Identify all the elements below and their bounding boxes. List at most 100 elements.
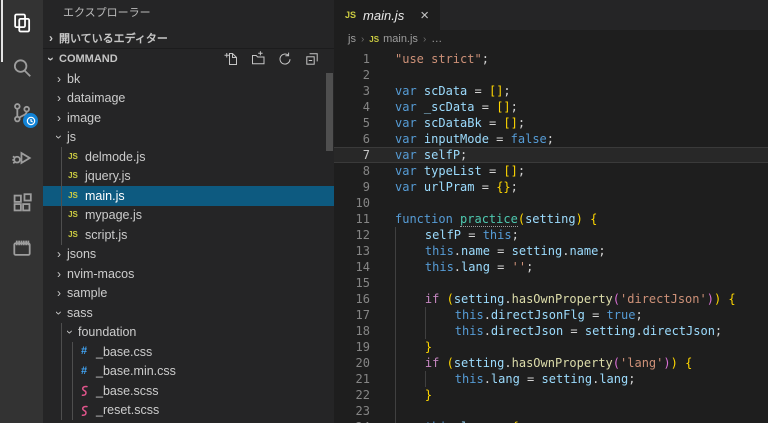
line-number[interactable]: 12 (334, 227, 370, 243)
code-line-14[interactable]: 14 this.lang = ''; (334, 259, 768, 275)
chevron-right-icon: › (57, 71, 61, 86)
line-number[interactable]: 11 (334, 211, 370, 227)
extensions-icon[interactable] (0, 180, 43, 225)
code-line-11[interactable]: 11 function practice(setting) { (334, 211, 768, 227)
token-p: . (483, 372, 491, 386)
code-line-23[interactable]: 23 (334, 403, 768, 419)
line-number[interactable]: 4 (334, 99, 370, 115)
tree-folder-js[interactable]: › js (43, 128, 334, 148)
line-number[interactable]: 19 (334, 339, 370, 355)
tree-file-main.js[interactable]: JS main.js (43, 186, 334, 206)
sidebar-scrollbar[interactable] (326, 73, 333, 151)
code-line-6[interactable]: 6 var inputMode = false; (334, 131, 768, 147)
explorer-icon[interactable] (0, 0, 43, 45)
tree-file-jquery.js[interactable]: JS jquery.js (43, 166, 334, 186)
tree-file-_reset.scss[interactable]: _reset.scss (43, 400, 334, 420)
code-line-15[interactable]: 15 (334, 275, 768, 291)
line-number[interactable]: 18 (334, 323, 370, 339)
code-line-1[interactable]: 1 "use strict"; (334, 51, 768, 67)
breadcrumb-item-main.js[interactable]: JS main.js (369, 33, 418, 45)
token-b1: ( (446, 292, 454, 306)
code-area[interactable]: 1 "use strict"; 2 3 var scData = []; 4 var _sc… (334, 48, 768, 423)
line-number[interactable]: 3 (334, 83, 370, 99)
tree-file-delmode.js[interactable]: JS delmode.js (43, 147, 334, 167)
new-file-icon[interactable] (223, 51, 239, 67)
line-number[interactable]: 13 (334, 243, 370, 259)
tree-folder-bk[interactable]: › bk (43, 69, 334, 89)
line-number[interactable]: 2 (334, 67, 370, 83)
line-number[interactable]: 5 (334, 115, 370, 131)
breadcrumb-item-js[interactable]: js (348, 33, 356, 45)
search-icon[interactable] (0, 45, 43, 90)
token-v: directJson (642, 324, 715, 338)
line-number[interactable]: 7 (334, 147, 370, 163)
tree-file-script.js[interactable]: JS script.js (43, 225, 334, 245)
line-number[interactable]: 15 (334, 275, 370, 291)
line-number[interactable]: 20 (334, 355, 370, 371)
line-number[interactable]: 10 (334, 195, 370, 211)
code-line-16[interactable]: 16 if (setting.hasOwnProperty('directJson… (334, 291, 768, 307)
open-editors-header[interactable]: › 開いているエディター (43, 27, 334, 48)
tab-label: main.js (363, 7, 405, 23)
code-line-18[interactable]: 18 this.directJson = setting.directJson; (334, 323, 768, 339)
section-header-command[interactable]: › COMMAND (43, 48, 334, 69)
line-number[interactable]: 17 (334, 307, 370, 323)
tree-folder-dataimage[interactable]: › dataimage (43, 89, 334, 109)
code-line-20[interactable]: 20 if (setting.hasOwnProperty('lang')) { (334, 355, 768, 371)
code-line-17[interactable]: 17 this.directJsonFlg = true; (334, 307, 768, 323)
tree-item-label: dataimage (67, 91, 126, 106)
tree-file-_base.scss[interactable]: _base.scss (43, 381, 334, 401)
collapse-all-icon[interactable] (304, 51, 320, 67)
comb-icon[interactable] (0, 225, 43, 270)
run-and-debug-icon[interactable] (0, 135, 43, 180)
line-number[interactable]: 16 (334, 291, 370, 307)
code-line-21[interactable]: 21 this.lang = setting.lang; (334, 371, 768, 387)
line-number[interactable]: 24 (334, 419, 370, 423)
close-icon[interactable]: × (420, 7, 429, 24)
code-line-4[interactable]: 4 var _scData = []; (334, 99, 768, 115)
refresh-icon[interactable] (277, 51, 293, 67)
line-number[interactable]: 23 (334, 403, 370, 419)
token-b2: ( (612, 356, 621, 370)
tree-folder-sample[interactable]: › sample (43, 284, 334, 304)
token-p (417, 100, 424, 114)
tree-folder-image[interactable]: › image (43, 108, 334, 128)
tree-file-mypage.js[interactable]: JS mypage.js (43, 205, 334, 225)
line-number[interactable]: 1 (334, 51, 370, 67)
tree-folder-nvim-macos[interactable]: › nvim-macos (43, 264, 334, 284)
code-line-22[interactable]: 22} (334, 387, 768, 403)
line-number[interactable]: 9 (334, 179, 370, 195)
token-p: = (481, 164, 504, 178)
line-number[interactable]: 14 (334, 259, 370, 275)
code-line-2[interactable]: 2 (334, 67, 768, 83)
tree-folder-sass[interactable]: › sass (43, 303, 334, 323)
line-number[interactable]: 22 (334, 387, 370, 403)
code-line-13[interactable]: 13 this.name = setting.name; (334, 243, 768, 259)
token-p: = (563, 324, 585, 338)
new-folder-icon[interactable] (250, 51, 266, 67)
line-number[interactable]: 6 (334, 131, 370, 147)
js-file-icon: JS (68, 151, 78, 161)
breadcrumb-separator-icon: › (360, 33, 365, 45)
tree-file-_base.min.css[interactable]: # _base.min.css (43, 361, 334, 381)
vscode-window: エクスプローラー › 開いているエディター › COMMAND › bk › data… (0, 0, 768, 423)
tree-folder-foundation[interactable]: › foundation (43, 322, 334, 342)
code-line-8[interactable]: 8 var typeList = []; (334, 163, 768, 179)
code-line-3[interactable]: 3 var scData = []; (334, 83, 768, 99)
code-line-9[interactable]: 9 var urlPram = {}; (334, 179, 768, 195)
line-number[interactable]: 21 (334, 371, 370, 387)
source-control-icon[interactable] (0, 90, 43, 135)
code-line-7[interactable]: 7 var selfP; (334, 147, 768, 163)
token-kw: false (510, 132, 547, 146)
code-line-5[interactable]: 5 var scDataBk = []; (334, 115, 768, 131)
tree-folder-jsons[interactable]: › jsons (43, 245, 334, 265)
tree-file-_base.css[interactable]: # _base.css (43, 342, 334, 362)
code-line-19[interactable]: 19} (334, 339, 768, 355)
code-line-24[interactable]: 24this.lang = { (334, 419, 768, 423)
token-b1: [] (488, 84, 504, 98)
code-line-12[interactable]: 12 selfP = this; (334, 227, 768, 243)
code-line-10[interactable]: 10 (334, 195, 768, 211)
breadcrumb-item-…[interactable]: … (431, 33, 442, 45)
tab-main-js[interactable]: JS main.js × (334, 0, 440, 30)
line-number[interactable]: 8 (334, 163, 370, 179)
